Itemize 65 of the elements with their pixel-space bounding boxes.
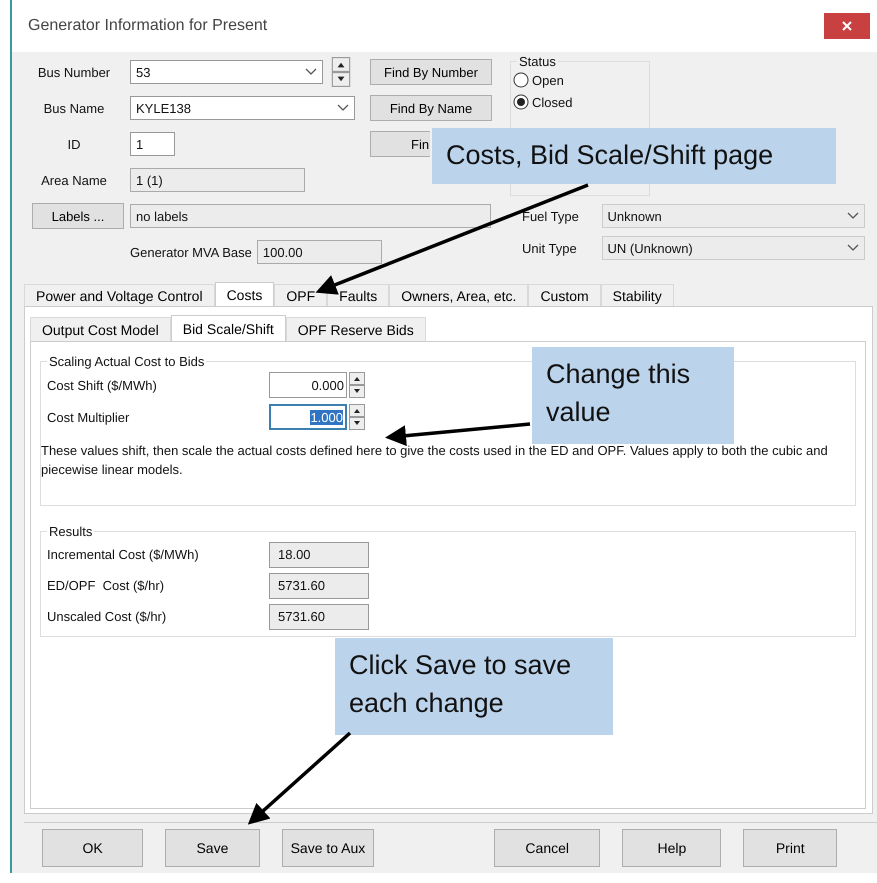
field-label: Area Name — [40, 172, 108, 188]
group-title: Results — [48, 524, 94, 539]
field-label: Unscaled Cost ($/hr) — [47, 609, 168, 624]
dialog-button[interactable]: Cancel — [494, 829, 600, 867]
field-label: Bus Number — [36, 64, 112, 80]
field-label: Unit Type — [521, 240, 578, 256]
dialog-button[interactable]: Help — [622, 829, 722, 867]
id-field[interactable]: 1 — [130, 132, 175, 156]
tab[interactable]: Costs — [214, 282, 274, 306]
group-title: Scaling Actual Cost to Bids — [48, 354, 206, 369]
close-button[interactable] — [824, 13, 870, 39]
tab[interactable]: Output Cost Model — [30, 317, 171, 341]
field-label: Bus Name — [42, 100, 106, 116]
result-field: 5731.60 — [269, 604, 369, 630]
dropdown-chevron-icon[interactable] — [337, 104, 349, 112]
tab[interactable]: Bid Scale/Shift — [170, 315, 286, 341]
labels-field: no labels — [130, 204, 491, 228]
dropdown-chevron-icon[interactable] — [305, 68, 317, 76]
callout-note: Costs, Bid Scale/Shift page — [432, 128, 836, 184]
tab[interactable]: Custom — [528, 284, 601, 306]
find-button[interactable]: Find By Name — [370, 95, 492, 121]
tab[interactable]: Stability — [600, 284, 674, 306]
radio-button[interactable] — [513, 72, 529, 88]
field-label: ID — [66, 136, 82, 152]
area-name-field: 1 (1) — [130, 168, 305, 192]
callout-note: Click Save to save each change — [335, 638, 613, 735]
labels-button[interactable]: Labels ... — [32, 203, 124, 229]
find-button[interactable]: Fin — [370, 131, 430, 157]
radio-label: Closed — [532, 94, 572, 110]
dropdown-chevron-icon[interactable] — [847, 212, 859, 220]
result-field: 18.00 — [269, 542, 369, 568]
radio-label: Open — [532, 72, 564, 88]
tab[interactable]: Faults — [327, 284, 390, 306]
number-field[interactable]: 0.000 — [269, 372, 347, 398]
window-title: Generator Information for Present — [28, 17, 268, 35]
close-icon[interactable] — [842, 21, 852, 31]
bus-name-combo[interactable]: KYLE138 — [130, 96, 355, 120]
spinner-icon[interactable] — [349, 372, 365, 398]
fuel-type-dropdown[interactable]: Unknown — [602, 204, 865, 228]
dialog-button[interactable]: Save to Aux — [282, 829, 374, 867]
field-label: Cost Multiplier — [47, 410, 130, 424]
tab[interactable]: OPF — [274, 284, 328, 306]
tab[interactable]: OPF Reserve Bids — [286, 317, 426, 341]
group-title: Status — [518, 54, 557, 69]
find-button[interactable]: Find By Number — [370, 59, 492, 85]
number-field[interactable]: 1.000 — [269, 404, 347, 430]
result-field: 5731.60 — [269, 572, 369, 598]
dialog-button[interactable]: OK — [42, 829, 144, 867]
field-label: Incremental Cost ($/MWh) — [47, 547, 200, 562]
field-label: Cost Shift ($/MWh) — [47, 378, 158, 392]
unit-type-dropdown[interactable]: UN (Unknown) — [602, 236, 865, 260]
field-label: ED/OPF Cost ($/hr) — [47, 578, 166, 593]
tab[interactable]: Power and Voltage Control — [24, 284, 215, 306]
tab[interactable]: Owners, Area, etc. — [389, 284, 528, 306]
callout-note: Change this value — [532, 347, 734, 444]
dialog-button[interactable]: Print — [743, 829, 837, 867]
spinner-icon[interactable] — [349, 404, 365, 430]
radio-button[interactable] — [513, 94, 529, 110]
field-label: Generator MVA Base — [130, 244, 252, 260]
description-text: These values shift, then scale the actual costs defined here to give the costs used in the ED and OPF. Values apply to both the cubic and piecewise linear models. — [41, 442, 829, 479]
dialog-button[interactable]: Save — [165, 829, 260, 867]
field-label: Fuel Type — [521, 208, 580, 224]
mva-base-field: 100.00 — [256, 240, 382, 264]
dropdown-chevron-icon[interactable] — [847, 244, 859, 252]
bus-number-combo[interactable]: 53 — [130, 60, 323, 84]
